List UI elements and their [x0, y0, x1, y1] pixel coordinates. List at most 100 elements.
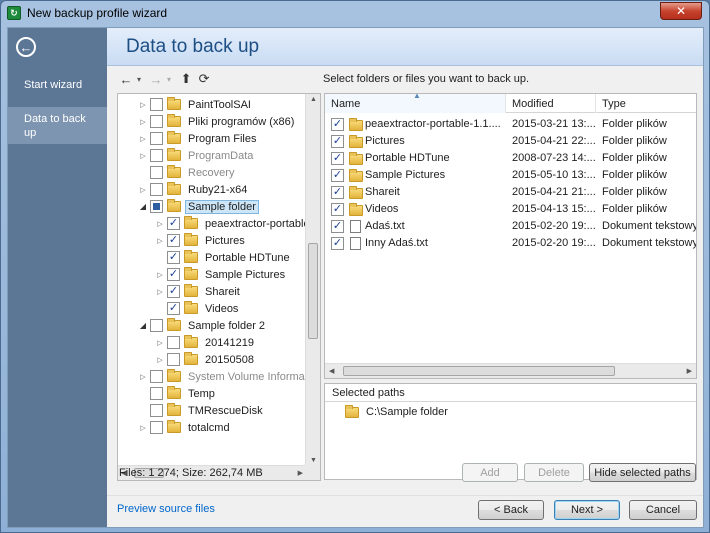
tree-vertical-scrollbar[interactable]: ▲ ▼	[305, 94, 320, 466]
tree-item-checkbox[interactable]	[150, 132, 163, 145]
list-row[interactable]: ✓ peaextractor-portable-1.1.... 2015-03-21…	[325, 116, 696, 133]
scroll-right-arrow-icon[interactable]: ▶	[298, 469, 303, 477]
list-row[interactable]: ✓ Videos 2015-04-13 15:... Folder plików	[325, 201, 696, 218]
back-arrow-icon[interactable]: ←	[16, 37, 36, 57]
tree-scroll-thumb[interactable]	[308, 243, 318, 340]
back-icon[interactable]: ←	[119, 72, 133, 87]
list-row[interactable]: ✓ Pictures 2015-04-21 22:... Folder plików	[325, 133, 696, 150]
expand-arrow-icon[interactable]: ▷	[138, 118, 148, 126]
expand-arrow-icon[interactable]: ▷	[155, 220, 165, 228]
tree-item-checkbox[interactable]	[150, 149, 163, 162]
scroll-right-arrow-icon[interactable]: ▶	[687, 367, 692, 375]
tree-item-checkbox[interactable]	[150, 200, 163, 213]
expand-arrow-icon[interactable]: ▷	[155, 339, 165, 347]
tree-item-checkbox[interactable]: ✓	[167, 251, 180, 264]
list-row-checkbox[interactable]: ✓	[331, 135, 344, 148]
tree-item[interactable]: ✓ Videos	[155, 300, 241, 317]
tree-item[interactable]: TMRescueDisk	[138, 402, 266, 419]
scroll-left-arrow-icon[interactable]: ◀	[329, 367, 334, 375]
tree-item-checkbox[interactable]	[150, 404, 163, 417]
tree-item-checkbox[interactable]	[150, 98, 163, 111]
tree-item[interactable]: ▷ ✓ Sample Pictures	[155, 266, 288, 283]
tree-item[interactable]: ◢ Sample folder	[138, 198, 259, 215]
list-row-checkbox[interactable]: ✓	[331, 186, 344, 199]
tree-item[interactable]: ◢ Sample folder 2	[138, 317, 268, 334]
tree-item[interactable]: ▷ Ruby21-x64	[138, 181, 250, 198]
folder-tree[interactable]: ▷ PaintToolSAI ▷ Pliki programów (x86) ▷ Prog…	[117, 93, 321, 481]
expand-arrow-icon[interactable]: ▷	[155, 288, 165, 296]
tree-item[interactable]: ▷ PaintToolSAI	[138, 96, 254, 113]
tree-item-checkbox[interactable]	[167, 336, 180, 349]
list-row-checkbox[interactable]: ✓	[331, 220, 344, 233]
back-dropdown-icon[interactable]: ▾	[137, 75, 141, 84]
list-row[interactable]: ✓ Inny Adaś.txt 2015-02-20 19:... Dokument …	[325, 235, 696, 252]
tree-item-checkbox[interactable]	[150, 421, 163, 434]
list-hscroll-thumb[interactable]	[343, 366, 615, 376]
forward-icon[interactable]: →	[149, 72, 163, 87]
tree-item-checkbox[interactable]	[150, 387, 163, 400]
back-button[interactable]: < Back	[478, 500, 544, 520]
expand-arrow-icon[interactable]: ▷	[138, 424, 148, 432]
tree-item[interactable]: ▷ Program Files	[138, 130, 259, 147]
selected-path-item[interactable]: C:\Sample folder	[345, 404, 448, 418]
expand-arrow-icon[interactable]: ▷	[138, 101, 148, 109]
scroll-up-arrow-icon[interactable]: ▲	[310, 96, 317, 103]
column-header-name[interactable]: ▲ Name	[325, 94, 506, 113]
next-button[interactable]: Next >	[554, 500, 620, 520]
list-row[interactable]: ✓ Shareit 2015-04-21 21:... Folder plików	[325, 184, 696, 201]
tree-item-checkbox[interactable]	[150, 115, 163, 128]
expand-arrow-icon[interactable]: ▷	[155, 271, 165, 279]
tree-item-checkbox[interactable]: ✓	[167, 234, 180, 247]
refresh-icon[interactable]: ⟳	[197, 71, 211, 87]
tree-item-checkbox[interactable]	[150, 183, 163, 196]
tree-item[interactable]: ▷ ProgramData	[138, 147, 256, 164]
hide-selected-paths-button[interactable]: Hide selected paths	[589, 463, 696, 482]
tree-item[interactable]: Recovery	[138, 164, 237, 181]
tree-item-checkbox[interactable]: ✓	[167, 268, 180, 281]
list-row-checkbox[interactable]: ✓	[331, 169, 344, 182]
tree-item[interactable]: ▷ 20141219	[155, 334, 257, 351]
expand-arrow-icon[interactable]: ▷	[138, 186, 148, 194]
list-row[interactable]: ✓ Sample Pictures 2015-05-10 13:... Folder …	[325, 167, 696, 184]
tree-item[interactable]: ▷ Pliki programów (x86)	[138, 113, 297, 130]
tree-item[interactable]: ▷ totalcmd	[138, 419, 233, 436]
list-row[interactable]: ✓ Portable HDTune 2008-07-23 14:... Folder …	[325, 150, 696, 167]
column-header-modified[interactable]: Modified	[506, 94, 596, 113]
expand-arrow-icon[interactable]: ▷	[138, 373, 148, 381]
tree-item-checkbox[interactable]	[167, 353, 180, 366]
add-button[interactable]: Add	[462, 463, 518, 482]
tree-item[interactable]: ▷ ✓ Pictures	[155, 232, 248, 249]
up-folder-icon[interactable]: ⬆	[179, 71, 193, 87]
expand-arrow-icon[interactable]: ▷	[155, 237, 165, 245]
delete-button[interactable]: Delete	[524, 463, 584, 482]
scroll-down-arrow-icon[interactable]: ▼	[310, 457, 317, 464]
expand-arrow-icon[interactable]: ▷	[155, 356, 165, 364]
expand-arrow-icon[interactable]: ▷	[138, 152, 148, 160]
tree-item-checkbox[interactable]: ✓	[167, 217, 180, 230]
sidebar-item-start-wizard[interactable]: Start wizard	[8, 78, 107, 92]
tree-item[interactable]: Temp	[138, 385, 218, 402]
close-button[interactable]: ✕	[660, 2, 702, 20]
file-list[interactable]: ▲ Name Modified Type ✓ peaextractor-porta…	[324, 93, 697, 379]
sidebar-item-data-to-back-up[interactable]: Data to back up	[8, 107, 107, 144]
preview-source-files-link[interactable]: Preview source files	[117, 503, 215, 515]
tree-item[interactable]: ▷ ✓ peaextractor-portable	[155, 215, 313, 232]
tree-item-checkbox[interactable]	[150, 319, 163, 332]
tree-item-checkbox[interactable]	[150, 166, 163, 179]
list-row-checkbox[interactable]: ✓	[331, 203, 344, 216]
tree-item[interactable]: ▷ System Volume Informat	[138, 368, 311, 385]
tree-item-checkbox[interactable]: ✓	[167, 285, 180, 298]
tree-item-checkbox[interactable]	[150, 370, 163, 383]
column-header-type[interactable]: Type	[596, 94, 696, 113]
collapse-arrow-icon[interactable]: ◢	[138, 321, 148, 330]
tree-item[interactable]: ✓ Portable HDTune	[155, 249, 293, 266]
expand-arrow-icon[interactable]: ▷	[138, 135, 148, 143]
tree-item-checkbox[interactable]: ✓	[167, 302, 180, 315]
cancel-button[interactable]: Cancel	[629, 500, 697, 520]
tree-item[interactable]: ▷ ✓ Shareit	[155, 283, 243, 300]
list-row-checkbox[interactable]: ✓	[331, 118, 344, 131]
tree-item[interactable]: ▷ 20150508	[155, 351, 257, 368]
list-row[interactable]: ✓ Adaś.txt 2015-02-20 19:... Dokument tekst…	[325, 218, 696, 235]
forward-dropdown-icon[interactable]: ▾	[167, 75, 171, 84]
list-row-checkbox[interactable]: ✓	[331, 152, 344, 165]
